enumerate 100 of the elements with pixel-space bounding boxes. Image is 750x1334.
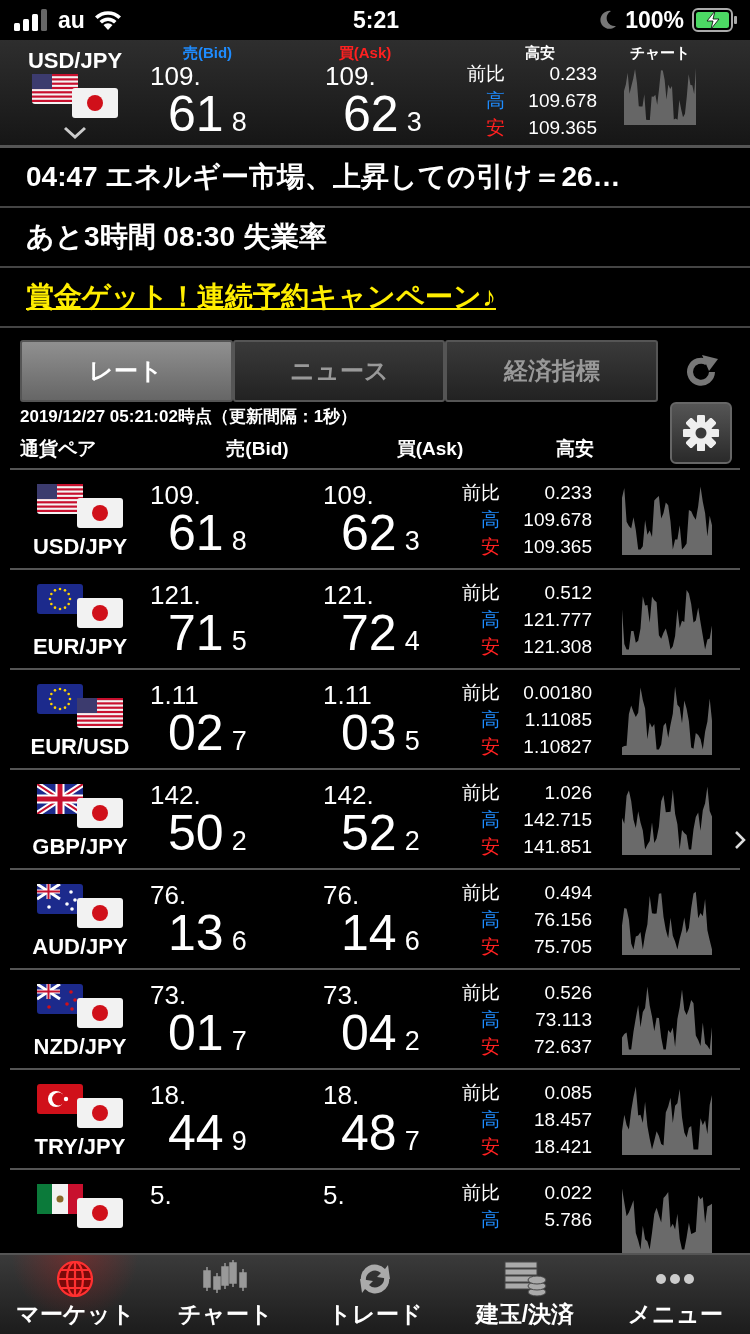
- moon-icon: [599, 10, 618, 30]
- flag-icon: [72, 88, 118, 118]
- column-header: 高安: [555, 438, 595, 460]
- price-pips: 14: [341, 908, 397, 958]
- signal-icon: [14, 9, 50, 31]
- change-label: 前比: [461, 882, 500, 904]
- price-fraction: 5: [404, 726, 420, 757]
- column-header: 通貨ペア: [20, 438, 97, 460]
- price-fraction: 6: [231, 926, 247, 957]
- settings-icon: [682, 414, 720, 452]
- price-prefix: 121.: [323, 582, 375, 608]
- flag-icon: [37, 984, 83, 1014]
- circular-arrows-icon: [359, 1263, 391, 1295]
- price-prefix: 73.: [323, 982, 361, 1008]
- price-pips: 04: [341, 1008, 397, 1058]
- low-value: 75.705: [532, 936, 592, 958]
- news-headline[interactable]: あと3時間 08:30 失業率: [26, 218, 327, 256]
- high-label: 高: [480, 809, 500, 831]
- column-header: 買(Ask): [395, 438, 465, 460]
- change-value: 0.233: [548, 63, 597, 85]
- price-fraction: 4: [404, 626, 420, 657]
- tab[interactable]: レート: [20, 340, 233, 402]
- flag-icon: [32, 74, 78, 104]
- price-pips: 50: [168, 808, 224, 858]
- price-prefix: 18.: [323, 1082, 361, 1108]
- price-prefix: 109.: [325, 63, 377, 89]
- nav-tab[interactable]: 建玉/決済: [450, 1255, 600, 1334]
- pair-name: EUR/JPY: [32, 634, 128, 660]
- flag-icon: [37, 1084, 83, 1114]
- column-header: 売(Bid): [225, 438, 290, 460]
- price-pips: 62: [343, 89, 399, 139]
- change-label: 前比: [461, 1082, 500, 1104]
- ask-label: 買(Ask): [338, 44, 392, 63]
- price-prefix: 109.: [150, 63, 202, 89]
- price-fraction: 3: [406, 107, 422, 138]
- range-label: 高安: [525, 44, 555, 63]
- price-pips: 44: [168, 1108, 224, 1158]
- high-value: 1.11085: [523, 709, 592, 731]
- price-fraction: 8: [231, 107, 247, 138]
- battery-percent: 100%: [625, 6, 684, 34]
- clock-time: 5:21: [352, 6, 399, 34]
- flag-icon: [77, 898, 123, 928]
- flag-icon: [77, 1198, 123, 1228]
- high-label: 高: [485, 90, 505, 112]
- low-label: 安: [480, 1036, 500, 1058]
- chevron-right-icon[interactable]: [734, 830, 746, 850]
- change-label: 前比: [461, 582, 500, 604]
- low-value: 18.421: [532, 1136, 592, 1158]
- price-prefix: 18.: [150, 1082, 188, 1108]
- price-fraction: 3: [404, 526, 420, 557]
- price-pips: 03: [341, 708, 397, 758]
- change-value: 0.085: [543, 1082, 592, 1104]
- price-pips: 62: [341, 508, 397, 558]
- high-value: 76.156: [532, 909, 592, 931]
- nav-tab[interactable]: トレード: [300, 1255, 450, 1334]
- news-headline[interactable]: 04:47 エネルギー市場、上昇しての引け＝26…: [26, 158, 621, 196]
- more-icon: [655, 1273, 695, 1285]
- pair-name: NZD/JPY: [33, 1034, 127, 1060]
- chevron-down-icon[interactable]: [63, 126, 87, 140]
- price-fraction: 2: [231, 826, 247, 857]
- high-label: 高: [480, 1109, 500, 1131]
- pair-name: USD/JPY: [27, 48, 123, 74]
- nav-tab[interactable]: チャート: [150, 1255, 300, 1334]
- settings-button[interactable]: [670, 402, 732, 464]
- change-value: 0.233: [543, 482, 592, 504]
- low-label: 安: [480, 1136, 500, 1158]
- price-prefix: 76.: [150, 882, 188, 908]
- low-value: 121.308: [522, 636, 592, 658]
- low-label: 安: [480, 836, 500, 858]
- price-prefix: 142.: [323, 782, 375, 808]
- price-prefix: 76.: [323, 882, 361, 908]
- high-value: 121.777: [522, 609, 592, 631]
- flag-icon: [37, 684, 83, 714]
- nav-tab[interactable]: メニュー: [600, 1255, 750, 1334]
- price-fraction: 7: [231, 726, 247, 757]
- change-label: 前比: [466, 63, 505, 85]
- change-value: 0.512: [543, 582, 592, 604]
- high-value: 142.715: [522, 809, 592, 831]
- change-value: 0.526: [543, 982, 592, 1004]
- change-value: 0.00180: [522, 682, 592, 704]
- tab[interactable]: ニュース: [232, 340, 446, 402]
- flag-icon: [77, 698, 123, 728]
- chart-label: チャート: [630, 44, 690, 63]
- flag-icon: [77, 998, 123, 1028]
- globe-icon: [57, 1261, 93, 1297]
- change-label: 前比: [461, 782, 500, 804]
- flag-icon: [37, 484, 83, 514]
- flag-icon: [77, 598, 123, 628]
- price-prefix: 109.: [323, 482, 375, 508]
- coin-stack-icon: [503, 1261, 547, 1297]
- carrier-name: au: [58, 6, 85, 34]
- campaign-link[interactable]: 賞金ゲット！連続予約キャンペーン♪: [26, 278, 496, 316]
- price-pips: 02: [168, 708, 224, 758]
- change-value: 1.026: [543, 782, 592, 804]
- price-pips: 52: [341, 808, 397, 858]
- pair-name: AUD/JPY: [32, 934, 128, 960]
- low-value: 109.365: [527, 117, 597, 139]
- tab[interactable]: 経済指標: [445, 340, 658, 402]
- price-pips: 01: [168, 1008, 224, 1058]
- low-value: 72.637: [532, 1036, 592, 1058]
